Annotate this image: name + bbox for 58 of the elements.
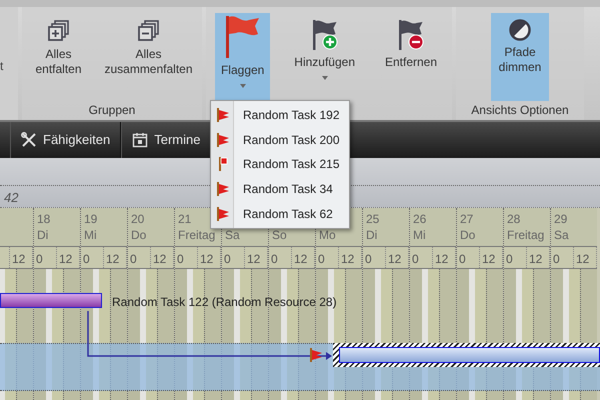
ribbon-button[interactable]: Alles entfalten (22, 13, 95, 101)
hour-cell: 12 (57, 247, 80, 268)
hour-cell: 0 (410, 247, 433, 268)
hour-cell: 0 (457, 247, 480, 268)
day-header: 18 Di (34, 208, 80, 246)
ribbon-button[interactable]: Pfade dimmen (491, 13, 549, 101)
menu-item[interactable]: Random Task 192 (211, 103, 349, 128)
hour-cell: 0 (504, 247, 527, 268)
calendar-icon (132, 132, 148, 148)
menu-item[interactable]: Random Task 34 (211, 176, 349, 202)
flag-icon (309, 348, 323, 362)
group-label: Gruppen (88, 102, 136, 119)
ribbon-button[interactable]: Hinzufügen (288, 13, 362, 101)
ribbon-group-label: t (0, 7, 18, 120)
hour-cell: 0 (551, 247, 574, 268)
menu-item[interactable]: Random Task 200 (211, 128, 349, 152)
hour-cell: 0 (269, 247, 292, 268)
flag-icon (224, 15, 262, 59)
hour-cell: 12 (527, 247, 550, 268)
stack-minus-icon (136, 19, 160, 43)
day-header: 20 Do (128, 208, 174, 246)
task-label: Random Task 122 (Random Resource 28) (112, 294, 337, 311)
hour-cell: 12 (151, 247, 174, 268)
project-text: 42 (4, 188, 18, 206)
day-header (0, 208, 33, 246)
hour-cell: 0 (316, 247, 339, 268)
hour-cell: 0 (222, 247, 245, 268)
day-header: 28 Freitag (504, 208, 550, 246)
day-header: 19 Mi (81, 208, 127, 246)
hour-cell: 12 (386, 247, 409, 268)
half-circle-icon (509, 19, 531, 41)
tools-icon (21, 132, 37, 148)
group-label: Ansichts Optionen (470, 102, 570, 119)
hour-cell: 12 (339, 247, 362, 268)
stack-plus-icon (46, 19, 70, 43)
ribbon-button[interactable]: Alles zusammenfalten (95, 13, 202, 101)
hour-cell: 0 (175, 247, 198, 268)
flag-minus-icon (396, 19, 425, 51)
flag-plus-icon (310, 19, 339, 51)
hour-cell: 12 (480, 247, 503, 268)
ribbon-button[interactable]: Entfernen (378, 13, 444, 101)
hour-cell: 12 (433, 247, 456, 268)
hour-cell: 12 (10, 247, 33, 268)
hour-cell: 0 (363, 247, 386, 268)
ribbon-button[interactable]: Flaggen (214, 13, 270, 101)
hour-cell: 12 (245, 247, 268, 268)
menu-item[interactable]: Random Task 215 (211, 152, 349, 177)
day-header: 26 Mi (410, 208, 456, 246)
hour-cell: 0 (128, 247, 151, 268)
day-header: 27 Do (457, 208, 503, 246)
hour-cell: 0 (81, 247, 104, 268)
hour-cell: 0 (34, 247, 57, 268)
hour-cell: 12 (104, 247, 127, 268)
day-header: 25 Di (363, 208, 409, 246)
hour-cell: 12 (292, 247, 315, 268)
day-header: 29 Sa (551, 208, 597, 246)
hour-cell: 12 (198, 247, 221, 268)
hour-cell: 12 (574, 247, 597, 268)
